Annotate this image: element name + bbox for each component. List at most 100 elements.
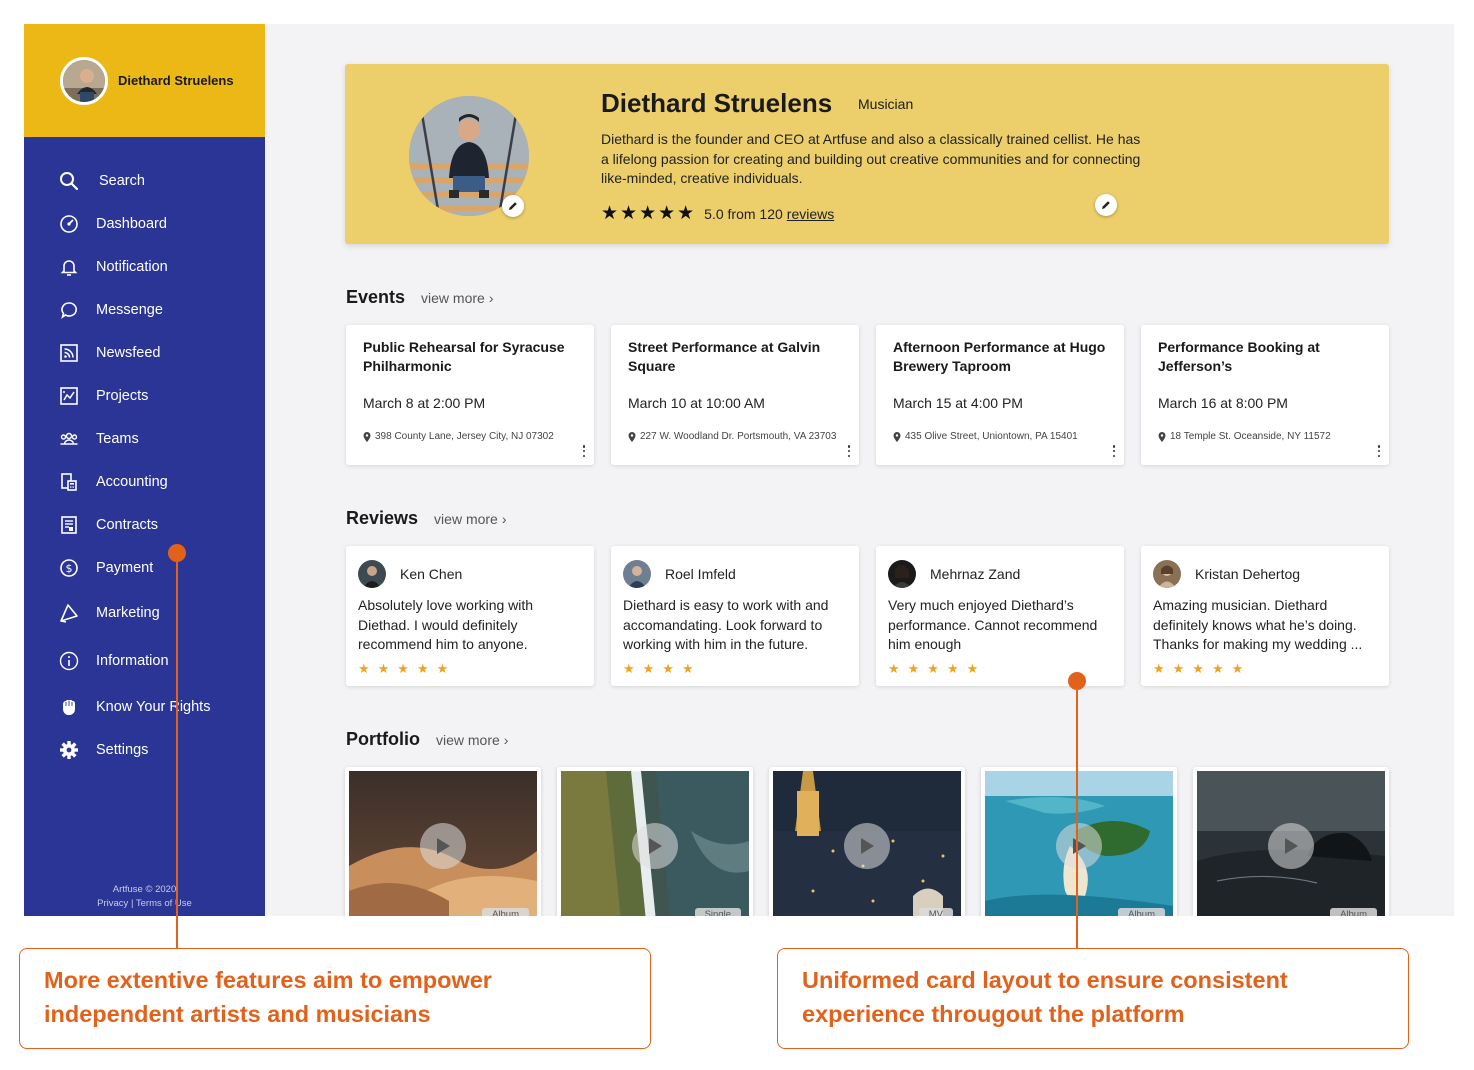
- sidebar-item-label: Notification: [96, 258, 168, 275]
- portfolio-thumbnail: MV: [773, 771, 961, 916]
- sidebar-item-information[interactable]: Information: [24, 637, 265, 685]
- portfolio-view-more-link[interactable]: view more ›: [436, 732, 508, 748]
- event-card[interactable]: Afternoon Performance at Hugo Brewery Ta…: [876, 325, 1124, 465]
- more-options-icon[interactable]: [847, 445, 851, 457]
- review-header: Kristan Dehertog: [1153, 560, 1300, 588]
- play-icon[interactable]: [1056, 823, 1102, 869]
- event-title: Afternoon Performance at Hugo Brewery Ta…: [893, 339, 1106, 374]
- avatar: [358, 560, 386, 588]
- sidebar-item-payment[interactable]: $ Payment: [24, 546, 265, 589]
- avatar[interactable]: [60, 56, 108, 105]
- view-more-label: view more: [434, 511, 498, 527]
- sidebar-item-marketing[interactable]: Marketing: [24, 589, 265, 637]
- edit-photo-button[interactable]: [502, 195, 524, 217]
- sidebar-item-dashboard[interactable]: Dashboard: [24, 202, 265, 245]
- portfolio-item[interactable]: Album: [981, 767, 1177, 916]
- sidebar-item-label: Search: [99, 172, 145, 189]
- review-text: Diethard is easy to work with and accoma…: [623, 597, 829, 652]
- chevron-right-icon: ›: [501, 511, 507, 527]
- chevron-right-icon: ›: [503, 732, 509, 748]
- sidebar-item-search[interactable]: Search: [24, 159, 265, 202]
- annotation-marker-right: [1068, 672, 1086, 690]
- review-text: Very much enjoyed Diethard’s performance…: [888, 597, 1098, 652]
- event-title: Performance Booking at Jefferson’s: [1158, 339, 1320, 374]
- media-type-tag: Album: [1330, 908, 1377, 916]
- portfolio-thumbnail: Single: [561, 771, 749, 916]
- main-content: Diethard Struelens Musician Diethard is …: [265, 24, 1454, 916]
- more-options-icon[interactable]: [582, 445, 586, 457]
- event-card[interactable]: Public Rehearsal for Syracuse Philharmon…: [346, 325, 594, 465]
- portfolio-thumbnail: Album: [1197, 771, 1385, 916]
- sidebar-item-accounting[interactable]: Accounting: [24, 460, 265, 503]
- sidebar-item-notification[interactable]: Notification: [24, 245, 265, 288]
- event-address-text: 18 Temple St. Oceanside, NY 11572: [1170, 431, 1331, 442]
- play-icon[interactable]: [844, 823, 890, 869]
- events-view-more-link[interactable]: view more ›: [421, 290, 493, 306]
- media-type-tag: Album: [482, 908, 529, 916]
- review-card[interactable]: Kristan Dehertog Amazing musician. Dieth…: [1141, 546, 1389, 686]
- event-address: 435 Olive Street, Uniontown, PA 15401: [893, 431, 1078, 442]
- event-address-text: 435 Olive Street, Uniontown, PA 15401: [905, 431, 1078, 442]
- annotation-note-left: More extentive features aim to empower i…: [19, 948, 651, 1049]
- privacy-link[interactable]: Privacy: [97, 898, 128, 909]
- review-card[interactable]: Mehrnaz Zand Very much enjoyed Diethard’…: [876, 546, 1124, 686]
- sidebar-item-label: Contracts: [96, 516, 159, 533]
- events-header: Events view more ›: [346, 287, 494, 308]
- review-text: Absolutely love working with Diethad. I …: [358, 597, 534, 652]
- portfolio-thumbnail: Album: [349, 771, 537, 916]
- play-icon[interactable]: [1268, 823, 1314, 869]
- terms-link[interactable]: Terms of Use: [136, 898, 192, 909]
- sidebar-item-label: Information: [96, 653, 169, 669]
- reviews-title: Reviews: [346, 508, 419, 528]
- event-date: March 15 at 4:00 PM: [893, 395, 1023, 411]
- annotation-note-right: Uniformed card layout to ensure consiste…: [777, 948, 1409, 1049]
- profile-bio: Diethard is the founder and CEO at Artfu…: [601, 131, 1141, 186]
- reviews-header: Reviews view more ›: [346, 508, 507, 529]
- sidebar-item-label: Newsfeed: [96, 344, 161, 361]
- portfolio-item[interactable]: Single: [557, 767, 753, 916]
- portfolio-item[interactable]: MV: [769, 767, 965, 916]
- sidebar-item-know-your-rights[interactable]: Know Your Rights: [24, 685, 265, 728]
- event-card[interactable]: Street Performance at Galvin Square Marc…: [611, 325, 859, 465]
- review-card[interactable]: Ken Chen Absolutely love working with Di…: [346, 546, 594, 686]
- reviewer-name: Mehrnaz Zand: [930, 566, 1021, 582]
- event-card[interactable]: Performance Booking at Jefferson’s March…: [1141, 325, 1389, 465]
- reviews-view-more-link[interactable]: view more ›: [434, 511, 506, 527]
- sidebar-footer: Artfuse © 2020 Privacy | Terms of Use: [24, 883, 265, 911]
- more-options-icon[interactable]: [1377, 445, 1381, 457]
- event-date: March 8 at 2:00 PM: [363, 395, 486, 411]
- profile-rating: ★★★★★ 5.0 from 120 reviews: [601, 202, 834, 225]
- sidebar-item-contracts[interactable]: Contracts: [24, 503, 265, 546]
- sidebar-item-label: Accounting: [96, 473, 168, 490]
- portfolio-item[interactable]: Album: [1193, 767, 1389, 916]
- reviewer-name: Roel Imfeld: [665, 566, 736, 582]
- event-title: Public Rehearsal for Syracuse Philharmon…: [363, 339, 565, 374]
- play-icon[interactable]: [632, 823, 678, 869]
- edit-profile-button[interactable]: [1095, 194, 1117, 216]
- event-address: 398 County Lane, Jersey City, NJ 07302: [363, 431, 554, 442]
- sidebar-item-label: Projects: [96, 387, 149, 404]
- media-type-tag: MV: [918, 908, 953, 916]
- svg-text:$: $: [66, 562, 73, 575]
- megaphone-icon: [58, 602, 80, 624]
- review-stars: ★★★★★: [1153, 661, 1252, 676]
- review-card[interactable]: Roel Imfeld Diethard is easy to work wit…: [611, 546, 859, 686]
- app-window: Diethard Struelens Search Dashboard Noti…: [24, 24, 1454, 916]
- play-icon[interactable]: [420, 823, 466, 869]
- sidebar-item-teams[interactable]: Teams: [24, 417, 265, 460]
- sidebar-item-newsfeed[interactable]: Newsfeed: [24, 331, 265, 374]
- sidebar-item-label: Payment: [96, 559, 154, 576]
- event-title: Street Performance at Galvin Square: [628, 339, 821, 374]
- media-type-tag: Album: [1118, 908, 1165, 916]
- location-pin-icon: [628, 431, 636, 442]
- portfolio-item[interactable]: Album: [345, 767, 541, 916]
- more-options-icon[interactable]: [1112, 445, 1116, 457]
- sidebar-item-label: Dashboard: [96, 215, 167, 232]
- sidebar-item-projects[interactable]: Projects: [24, 374, 265, 417]
- sidebar-item-messenge[interactable]: Messenge: [24, 288, 265, 331]
- event-address: 18 Temple St. Oceanside, NY 11572: [1158, 431, 1331, 442]
- sidebar-item-settings[interactable]: Settings: [24, 728, 265, 771]
- sidebar: Diethard Struelens Search Dashboard Noti…: [24, 24, 265, 916]
- sidebar-profile-header[interactable]: Diethard Struelens: [24, 24, 265, 137]
- reviews-link[interactable]: reviews: [787, 206, 834, 222]
